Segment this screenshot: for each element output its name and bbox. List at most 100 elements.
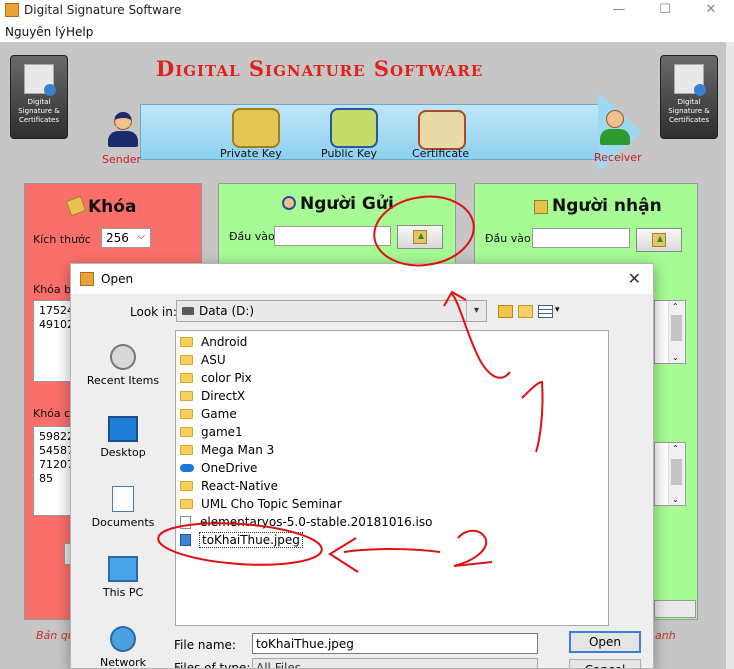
up-folder-icon[interactable] xyxy=(498,305,513,318)
file-item-tokhaithue[interactable]: toKhaiThue.jpeg xyxy=(180,531,303,549)
scrollbar[interactable]: ⌃ ⌄ xyxy=(668,443,684,505)
upload-icon xyxy=(413,230,427,244)
private-key-textarea[interactable]: 175247 491025 xyxy=(33,300,73,382)
folder-icon xyxy=(180,481,193,491)
step-certificate: Certificate xyxy=(412,147,470,160)
receiver-title: Người nhận xyxy=(552,196,662,216)
file-icon xyxy=(180,515,191,529)
folder-icon xyxy=(180,391,193,401)
folder-icon xyxy=(180,409,193,419)
sender-label: Sender xyxy=(102,153,141,166)
file-item-game1[interactable]: game1 xyxy=(180,423,243,441)
scrollbar-thumb[interactable] xyxy=(671,459,682,485)
scroll-down-icon[interactable]: ⌄ xyxy=(672,495,679,504)
file-name: UML Cho Topic Seminar xyxy=(201,497,342,511)
chevron-down-icon[interactable]: ▾ xyxy=(466,301,486,321)
step-public-key: Public Key xyxy=(321,147,377,160)
file-item-color-pix[interactable]: color Pix xyxy=(180,369,252,387)
chevron-down-icon[interactable]: ▾ xyxy=(555,305,560,315)
sender-title: Người Gửi xyxy=(300,194,394,214)
public-key-textarea[interactable]: 598225 545875 712071 85 xyxy=(33,426,73,516)
dialog-close-button[interactable]: ✕ xyxy=(628,269,641,288)
receiver-input-field[interactable] xyxy=(532,228,630,248)
place-desktop[interactable]: Desktop xyxy=(71,416,175,459)
receiver-input-label: Đầu vào xyxy=(485,232,531,245)
folder-icon xyxy=(180,499,193,509)
certificate-icon xyxy=(674,64,706,96)
file-item-react-native[interactable]: React-Native xyxy=(180,477,278,495)
file-item-game[interactable]: Game xyxy=(180,405,237,423)
menu-help[interactable]: Help xyxy=(66,25,93,39)
computer-icon xyxy=(108,556,138,582)
scrollbar[interactable]: ⌃ ⌄ xyxy=(668,301,684,363)
app-icon xyxy=(5,3,19,17)
file-name: React-Native xyxy=(201,479,279,493)
place-network[interactable]: Network xyxy=(71,626,175,668)
file-name: ASU xyxy=(201,353,226,367)
folder-icon xyxy=(180,337,193,347)
place-recent-items[interactable]: Recent Items xyxy=(71,344,175,387)
private-key-icon xyxy=(232,108,280,148)
dialog-titlebar: Open ✕ xyxy=(71,264,653,294)
file-item-asu[interactable]: ASU xyxy=(180,351,226,369)
file-item-android[interactable]: Android xyxy=(180,333,247,351)
view-menu-icon[interactable] xyxy=(538,305,553,318)
drive-icon xyxy=(182,307,194,315)
file-name: color Pix xyxy=(201,371,252,385)
file-type-label: Files of type: xyxy=(174,661,251,669)
place-this-pc[interactable]: This PC xyxy=(71,556,175,599)
java-icon xyxy=(80,272,94,286)
public-key-line: 598225 xyxy=(39,430,72,443)
look-in-select[interactable]: Data (D:) ▾ xyxy=(176,300,487,322)
file-item-onedrive[interactable]: OneDrive xyxy=(180,459,257,477)
close-button[interactable]: ✕ xyxy=(688,0,734,22)
scroll-up-icon[interactable]: ⌃ xyxy=(672,444,679,453)
minimize-button[interactable]: — xyxy=(596,0,642,22)
onedrive-cloud-icon xyxy=(180,464,194,472)
folder-icon xyxy=(180,355,193,365)
file-type-select[interactable]: All Files xyxy=(252,658,538,668)
private-key-label: Khóa bí xyxy=(33,283,75,296)
public-key-line: 85 xyxy=(39,472,53,485)
file-name-input[interactable]: toKhaiThue.jpeg xyxy=(252,633,538,654)
file-item-mega-man-3[interactable]: Mega Man 3 xyxy=(180,441,274,459)
file-name: OneDrive xyxy=(201,461,258,475)
chevron-down-icon: ⌵ xyxy=(137,231,145,242)
place-documents[interactable]: Documents xyxy=(71,486,175,529)
receiver-icon xyxy=(600,110,630,146)
file-name: DirectX xyxy=(201,389,246,403)
step-private-key: Private Key xyxy=(220,147,282,160)
scroll-up-icon[interactable]: ⌃ xyxy=(672,302,679,311)
public-key-line: 712071 xyxy=(39,458,72,471)
menu-bar: Nguyên lý Help xyxy=(0,22,734,42)
file-name: toKhaiThue.jpeg xyxy=(199,532,303,548)
certificate-icon xyxy=(24,64,56,96)
file-item-directx[interactable]: DirectX xyxy=(180,387,245,405)
folder-icon xyxy=(180,373,193,383)
image-file-icon xyxy=(180,534,191,546)
cert-box-label: Digital Signature & Certificates xyxy=(18,98,60,124)
file-item-uml[interactable]: UML Cho Topic Seminar xyxy=(180,495,342,513)
scrollbar-thumb[interactable] xyxy=(671,315,682,341)
place-label: This PC xyxy=(102,586,144,599)
sender-input-field[interactable] xyxy=(274,226,391,246)
certificate-logo-left: Digital Signature & Certificates xyxy=(10,55,68,139)
folder-icon xyxy=(180,445,193,455)
key-size-label: Kích thước xyxy=(33,233,91,246)
file-name-label: File name: xyxy=(174,638,236,652)
receiver-upload-button[interactable] xyxy=(636,228,682,252)
footer-right-note: anh xyxy=(655,629,676,642)
scroll-down-icon[interactable]: ⌄ xyxy=(672,353,679,362)
file-name: Game xyxy=(201,407,237,421)
sender-upload-button[interactable] xyxy=(397,225,443,249)
new-folder-icon[interactable] xyxy=(518,305,533,318)
private-key-line: 175247 xyxy=(39,304,72,317)
receiver-label: Receiver xyxy=(594,151,642,164)
open-button[interactable]: Open xyxy=(569,631,641,653)
file-list[interactable]: Android ASU color Pix DirectX Game game1… xyxy=(175,330,609,626)
file-item-iso[interactable]: elementaryos-5.0-stable.20181016.iso xyxy=(180,513,433,531)
menu-nguyen-ly[interactable]: Nguyên lý xyxy=(5,25,66,39)
cancel-button[interactable]: Cancel xyxy=(569,659,641,668)
key-size-select[interactable]: 256 ⌵ xyxy=(101,228,151,248)
maximize-button[interactable]: ☐ xyxy=(642,0,688,22)
